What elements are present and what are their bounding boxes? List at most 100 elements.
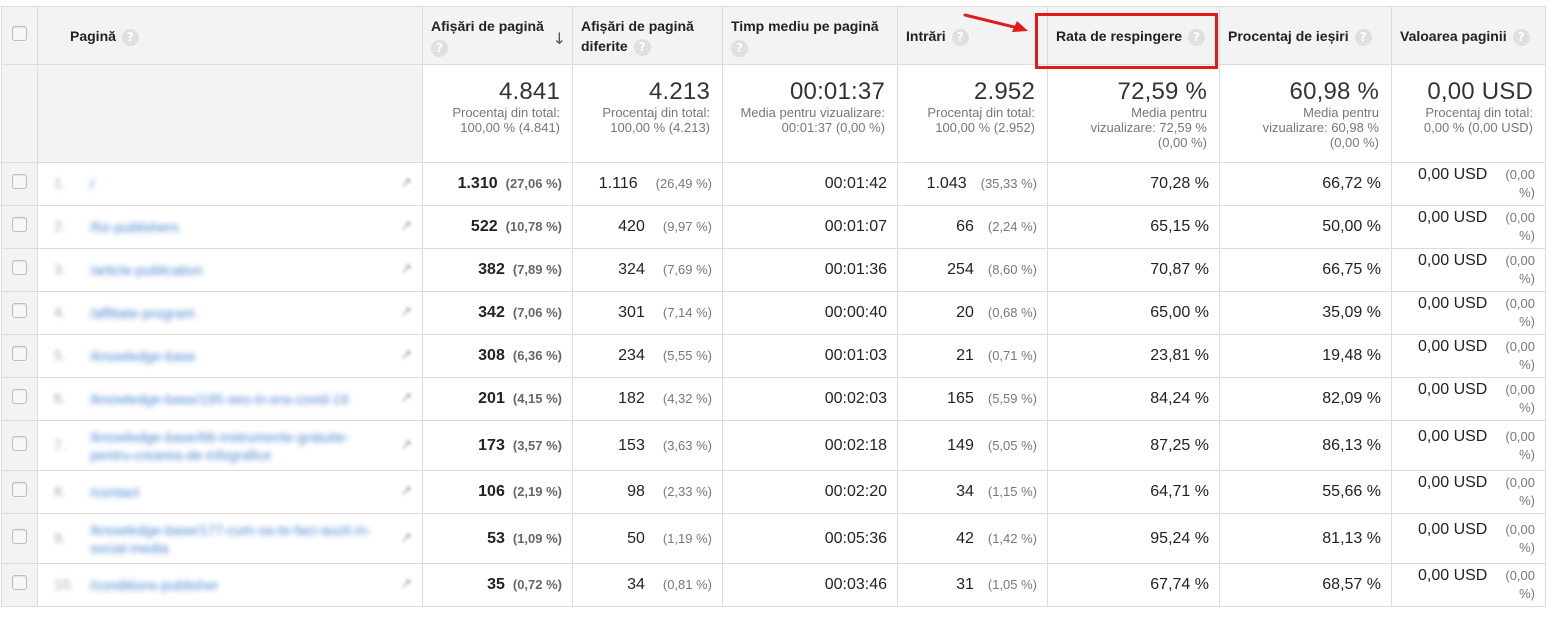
open-link-icon[interactable]: ↗	[400, 483, 412, 499]
exit-pct-value: 66,72 %	[1322, 175, 1381, 192]
total-value: 72,59 %	[1117, 78, 1207, 105]
exit-pct-cell: 35,09 %	[1219, 291, 1392, 335]
help-icon[interactable]: ?	[1188, 28, 1206, 46]
row-checkbox[interactable]	[12, 389, 27, 404]
unique-pageviews-value: 324	[618, 261, 645, 278]
table-row[interactable]: 4. /affiliate-program ↗ 342 (7,06 %) 301 (7,14…	[1, 291, 1546, 335]
page-link[interactable]: /knowledge-base/177-cum-sa-te-faci-auzit…	[90, 521, 390, 557]
page-cell: 1. / ↗	[37, 162, 423, 206]
page-link[interactable]: /knowledge-base	[90, 347, 196, 365]
exit-pct-cell: 55,66 %	[1219, 470, 1392, 514]
help-icon[interactable]: ?	[1512, 28, 1530, 46]
pageviews-percent: (1,09 %)	[512, 530, 562, 546]
page-link[interactable]: /affiliate-program	[90, 304, 195, 322]
help-icon[interactable]: ?	[1354, 28, 1372, 46]
entrances-percent: (1,05 %)	[987, 577, 1037, 592]
help-icon[interactable]: ?	[633, 38, 651, 56]
row-checkbox[interactable]	[12, 174, 27, 189]
avg-time-value: 00:01:36	[824, 261, 887, 278]
bounce-rate-value: 64,71 %	[1150, 483, 1209, 500]
page-link[interactable]: /contact	[90, 483, 139, 501]
avg-time-cell: 00:02:03	[722, 377, 898, 421]
column-header-exit-pct[interactable]: Procentaj de ieșiri?	[1219, 6, 1392, 65]
row-checkbox[interactable]	[12, 303, 27, 318]
column-header-entrances[interactable]: Intrări?	[897, 6, 1048, 65]
total-note: Media pentru vizualizare: 00:01:37 (0,00…	[740, 105, 885, 135]
row-checkbox[interactable]	[12, 575, 27, 590]
table-row[interactable]: 5. /knowledge-base ↗ 308 (6,36 %) 234 (5,55 %)…	[1, 334, 1546, 378]
table-row[interactable]: 8. /contact ↗ 106 (2,19 %) 98 (2,33 %) 00:02:20…	[1, 470, 1546, 514]
open-link-icon[interactable]: ↗	[400, 437, 412, 453]
open-link-icon[interactable]: ↗	[400, 530, 412, 546]
select-all-checkbox[interactable]	[12, 26, 27, 41]
page-link[interactable]: /conditions-publisher	[90, 576, 218, 594]
bounce-rate-cell: 95,24 %	[1047, 513, 1220, 564]
total-page-value: 0,00 USD Procentaj din total: 0,00 % (0,0…	[1391, 64, 1546, 163]
entrances-cell: 42 (1,42 %)	[897, 513, 1048, 564]
page-link[interactable]: /knowledge-base/66-instrumente-gratuite-…	[90, 428, 390, 464]
column-header-pageviews[interactable]: Afișări de pagină ? ↓	[422, 6, 573, 65]
page-link[interactable]: /	[90, 175, 94, 193]
open-link-icon[interactable]: ↗	[400, 347, 412, 363]
page-cell: 8. /contact ↗	[37, 470, 423, 514]
open-link-icon[interactable]: ↗	[400, 175, 412, 191]
page-value-percent: (0,00 %)	[1505, 521, 1535, 555]
column-header-avg-time[interactable]: Timp mediu pe pagină ?	[722, 6, 898, 65]
exit-pct-value: 82,09 %	[1322, 390, 1381, 407]
open-link-icon[interactable]: ↗	[400, 261, 412, 277]
total-note: Procentaj din total: 0,00 % (0,00 USD)	[1423, 105, 1533, 135]
column-label-entrances: Intrări	[906, 28, 946, 44]
column-label-pageviews: Afișări de pagină	[431, 18, 544, 34]
sort-descending-icon[interactable]: ↓	[553, 29, 566, 49]
row-checkbox[interactable]	[12, 260, 27, 275]
open-link-icon[interactable]: ↗	[400, 576, 412, 592]
help-icon[interactable]: ?	[951, 28, 969, 46]
table-row[interactable]: 2. /for-publishers ↗ 522 (10,78 %) 420 (9,97 %…	[1, 205, 1546, 249]
bounce-rate-value: 70,28 %	[1150, 175, 1209, 192]
table-row[interactable]: 1. / ↗ 1.310 (27,06 %) 1.116 (26,49 %) 00:01:42…	[1, 162, 1546, 206]
avg-time-value: 00:02:18	[824, 436, 887, 454]
column-header-page[interactable]: Pagină?	[37, 6, 423, 65]
avg-time-cell: 00:02:20	[722, 470, 898, 514]
page-link[interactable]: /article-publication	[90, 261, 203, 279]
open-link-icon[interactable]: ↗	[400, 218, 412, 234]
column-header-page-value[interactable]: Valoarea paginii?	[1391, 6, 1546, 65]
table-row[interactable]: 3. /article-publication ↗ 382 (7,89 %) 324 (7,…	[1, 248, 1546, 292]
open-link-icon[interactable]: ↗	[400, 390, 412, 406]
column-header-bounce-rate[interactable]: Rata de respingere?	[1047, 6, 1220, 65]
row-checkbox[interactable]	[12, 528, 27, 544]
avg-time-value: 00:01:07	[824, 218, 887, 235]
table-row[interactable]: 7. /knowledge-base/66-instrumente-gratuit…	[1, 420, 1546, 471]
table-row[interactable]: 9. /knowledge-base/177-cum-sa-te-faci-auz…	[1, 513, 1546, 564]
row-select-cell	[1, 334, 38, 378]
row-checkbox[interactable]	[12, 346, 27, 361]
entrances-value: 21	[956, 347, 974, 364]
row-checkbox[interactable]	[12, 217, 27, 232]
unique-pageviews-cell: 182 (4,32 %)	[572, 377, 723, 421]
open-link-icon[interactable]: ↗	[400, 304, 412, 320]
totals-row: 4.841 Procentaj din total: 100,00 % (4.84…	[1, 64, 1546, 163]
totals-empty-cell	[1, 64, 38, 163]
help-icon[interactable]: ?	[431, 40, 448, 57]
exit-pct-value: 55,66 %	[1322, 483, 1381, 500]
avg-time-value: 00:02:20	[824, 483, 887, 500]
bounce-rate-value: 84,24 %	[1150, 390, 1209, 407]
row-checkbox[interactable]	[12, 482, 27, 497]
column-header-unique-pageviews[interactable]: Afișări de pagină diferite?	[572, 6, 723, 65]
pageviews-percent: (4,15 %)	[512, 391, 562, 406]
total-note: Procentaj din total: 100,00 % (2.952)	[927, 105, 1035, 135]
page-link[interactable]: /knowledge-base/195-seo-in-era-covid-19	[90, 390, 348, 408]
page-value-cell: 0,00 USD (0,00 %)	[1391, 470, 1546, 514]
entrances-value: 20	[956, 304, 974, 321]
exit-pct-value: 66,75 %	[1322, 261, 1381, 278]
table-row[interactable]: 10. /conditions-publisher ↗ 35 (0,72 %) 34 (0,…	[1, 563, 1546, 607]
table-row[interactable]: 6. /knowledge-base/195-seo-in-era-covid-1…	[1, 377, 1546, 421]
help-icon[interactable]: ?	[121, 28, 139, 46]
exit-pct-cell: 86,13 %	[1219, 420, 1392, 471]
page-link[interactable]: /for-publishers	[90, 218, 179, 236]
total-entrances: 2.952 Procentaj din total: 100,00 % (2.95…	[897, 64, 1048, 163]
row-index: 10.	[54, 576, 74, 593]
bounce-rate-cell: 84,24 %	[1047, 377, 1220, 421]
help-icon[interactable]: ?	[731, 40, 748, 57]
row-checkbox[interactable]	[12, 435, 27, 451]
